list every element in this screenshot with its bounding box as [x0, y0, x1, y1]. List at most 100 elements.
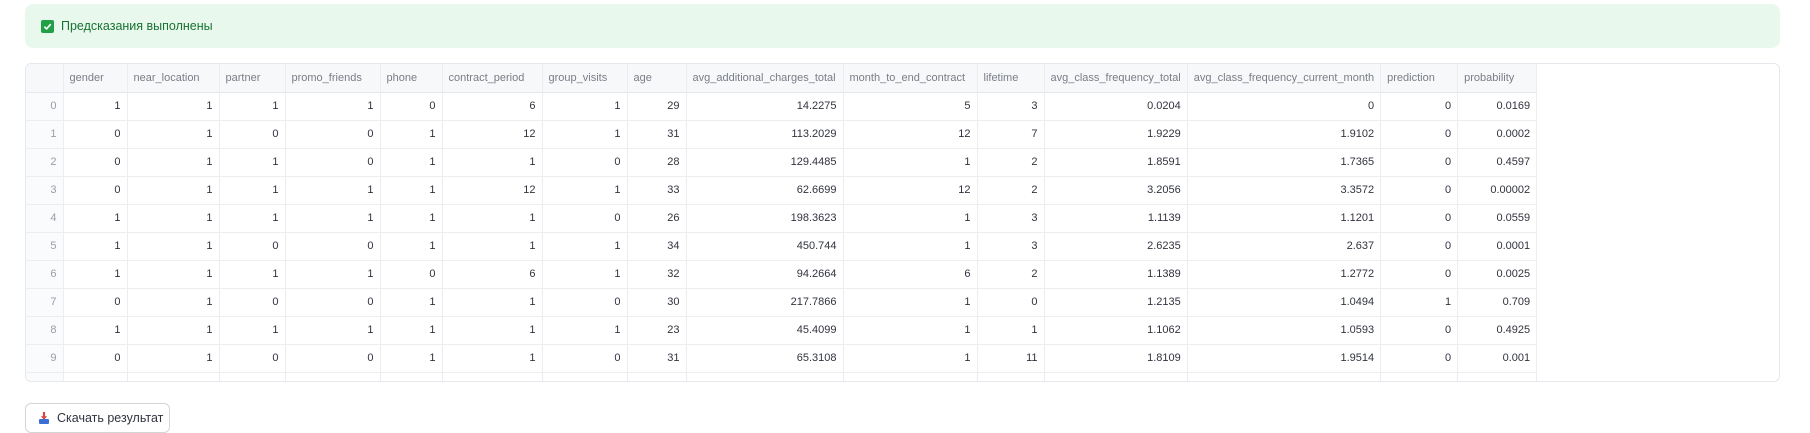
table-cell[interactable]: 0	[542, 148, 628, 177]
table-cell[interactable]: 1	[542, 92, 628, 121]
table-cell[interactable]: 1	[380, 344, 443, 373]
table-row[interactable]: 3 0 1 1 1 1 12 1 33 62.6699 12 2 3.2056 3.3572 0 0.0000…	[26, 176, 1538, 205]
column-header-prediction[interactable]: prediction	[1380, 64, 1459, 93]
table-cell[interactable]: 0	[285, 288, 381, 317]
row-index-cell[interactable]: 4	[26, 204, 64, 233]
column-header-phone[interactable]: phone	[380, 64, 443, 93]
table-cell[interactable]: 1	[63, 260, 128, 289]
row-index-cell[interactable]: 8	[26, 316, 64, 345]
table-cell[interactable]: 0	[219, 120, 286, 149]
column-header-month-to-end-contract[interactable]: month_to_end_contract	[843, 64, 978, 93]
row-index-cell[interactable]: 5	[26, 232, 64, 261]
table-row[interactable]: 2 0 1 1 0 1 1 0 28 129.4485 1 2 1.8591 1.7365 0 0.4597	[26, 148, 1538, 177]
table-cell[interactable]: 0	[63, 288, 128, 317]
table-cell[interactable]: 1	[843, 316, 978, 345]
table-cell[interactable]: 1	[380, 288, 443, 317]
column-header-probability[interactable]: probability	[1457, 64, 1538, 93]
table-cell[interactable]: 1	[127, 288, 220, 317]
table-cell[interactable]: 113.2029	[686, 120, 844, 149]
table-cell[interactable]: 1	[380, 176, 443, 205]
table-cell[interactable]: 1	[285, 204, 381, 233]
table-cell[interactable]: 65.3108	[686, 344, 844, 373]
index-column-header[interactable]	[26, 64, 64, 93]
table-cell[interactable]: 0	[285, 344, 381, 373]
table-cell[interactable]: 1.9102	[1187, 120, 1382, 149]
table-cell[interactable]: 0	[542, 344, 628, 373]
table-cell[interactable]: 32	[627, 260, 687, 289]
table-cell[interactable]: 0	[977, 288, 1045, 317]
table-cell[interactable]: 1	[219, 92, 286, 121]
table-cell[interactable]: 6	[843, 260, 978, 289]
table-cell[interactable]: 0	[1380, 120, 1459, 149]
table-cell[interactable]: 1	[285, 92, 381, 121]
row-index-cell[interactable]: 6	[26, 260, 64, 289]
row-index-cell[interactable]: 3	[26, 176, 64, 205]
row-index-cell[interactable]: 2	[26, 148, 64, 177]
table-cell[interactable]: 450.744	[686, 232, 844, 261]
table-cell[interactable]: 1	[219, 316, 286, 345]
column-header-avg-class-frequency-total[interactable]: avg_class_frequency_total	[1044, 64, 1188, 93]
table-cell[interactable]: 3.3572	[1187, 176, 1382, 205]
table-cell[interactable]: 1	[285, 176, 381, 205]
table-cell[interactable]: 1	[380, 316, 443, 345]
table-cell[interactable]: 1.0593	[1187, 316, 1382, 345]
table-cell[interactable]: 0.001	[1457, 344, 1538, 373]
predictions-table[interactable]: gender near_location partner promo_friends p…	[25, 63, 1780, 382]
column-header-contract-period[interactable]: contract_period	[442, 64, 543, 93]
table-cell[interactable]: 0	[285, 232, 381, 261]
table-cell[interactable]: 198.3623	[686, 204, 844, 233]
table-cell[interactable]: 0.4925	[1457, 316, 1538, 345]
table-cell[interactable]: 2	[977, 260, 1045, 289]
table-cell[interactable]: 0	[1380, 232, 1459, 261]
table-cell[interactable]: 1	[442, 148, 543, 177]
table-cell[interactable]: 0.0025	[1457, 260, 1538, 289]
table-cell[interactable]: 1	[63, 204, 128, 233]
table-cell[interactable]: 0	[1380, 204, 1459, 233]
table-cell[interactable]: 45.4099	[686, 316, 844, 345]
table-cell[interactable]: 34	[627, 232, 687, 261]
table-cell[interactable]: 3	[977, 204, 1045, 233]
table-cell[interactable]: 0	[1380, 92, 1459, 121]
table-cell[interactable]: 1	[63, 316, 128, 345]
table-cell[interactable]: 0	[285, 120, 381, 149]
table-cell[interactable]: 0.4597	[1457, 148, 1538, 177]
table-cell[interactable]: 3.2056	[1044, 176, 1188, 205]
table-cell[interactable]: 33	[627, 176, 687, 205]
table-cell[interactable]: 1.1201	[1187, 204, 1382, 233]
table-cell[interactable]: 1	[219, 204, 286, 233]
row-index-cell[interactable]: 0	[26, 92, 64, 121]
table-cell[interactable]: 1.2135	[1044, 288, 1188, 317]
table-cell[interactable]: 1	[542, 260, 628, 289]
table-cell[interactable]: 0	[380, 92, 443, 121]
table-row[interactable]: 8 1 1 1 1 1 1 1 23 45.4099 1 1 1.1062 1.0593 0 0.4925	[26, 316, 1538, 345]
table-cell[interactable]: 62.6699	[686, 176, 844, 205]
table-cell[interactable]: 0	[219, 232, 286, 261]
table-cell[interactable]: 1	[127, 204, 220, 233]
table-cell[interactable]: 1	[442, 232, 543, 261]
column-header-age[interactable]: age	[627, 64, 687, 93]
table-cell[interactable]: 1	[843, 288, 978, 317]
table-cell[interactable]: 1.7365	[1187, 148, 1382, 177]
column-header-near-location[interactable]: near_location	[127, 64, 220, 93]
table-cell[interactable]: 23	[627, 316, 687, 345]
table-cell[interactable]: 1	[843, 204, 978, 233]
table-cell[interactable]: 1	[843, 344, 978, 373]
table-cell[interactable]: 5	[843, 92, 978, 121]
table-cell[interactable]: 1	[380, 148, 443, 177]
table-cell[interactable]: 14.2275	[686, 92, 844, 121]
table-cell[interactable]: 2.637	[1187, 232, 1382, 261]
table-cell[interactable]: 0	[219, 288, 286, 317]
table-cell[interactable]: 12	[843, 120, 978, 149]
table-cell[interactable]: 12	[442, 120, 543, 149]
table-cell[interactable]: 1	[843, 148, 978, 177]
column-header-promo-friends[interactable]: promo_friends	[285, 64, 381, 93]
table-cell[interactable]: 0	[63, 120, 128, 149]
column-header-avg-class-frequency-current-month[interactable]: avg_class_frequency_current_month	[1187, 64, 1382, 93]
table-cell[interactable]: 1	[442, 316, 543, 345]
table-cell[interactable]: 1.1062	[1044, 316, 1188, 345]
table-cell[interactable]: 12	[843, 176, 978, 205]
table-cell[interactable]: 12	[442, 176, 543, 205]
table-cell[interactable]: 1	[63, 232, 128, 261]
table-cell[interactable]: 0	[285, 148, 381, 177]
table-row[interactable]: 9 0 1 0 0 1 1 0 31 65.3108 1 11 1.8109 1.9514 0 0.001	[26, 344, 1538, 373]
